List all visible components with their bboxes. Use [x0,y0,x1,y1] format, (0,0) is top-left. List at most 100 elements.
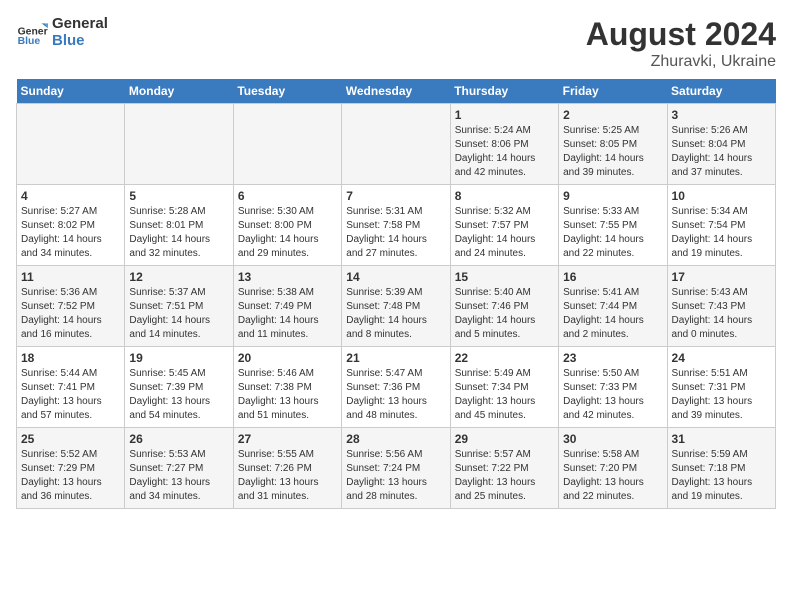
calendar-cell [342,104,450,185]
day-info: Sunrise: 5:40 AM Sunset: 7:46 PM Dayligh… [455,286,554,342]
logo: General Blue General Blue [16,16,108,49]
calendar-cell: 7 Sunrise: 5:31 AM Sunset: 7:58 PM Daylig… [342,185,450,266]
calendar-title: August 2024 [586,16,776,53]
weekday-monday: Monday [125,79,233,104]
day-number: 23 [563,351,662,365]
day-info: Sunrise: 5:55 AM Sunset: 7:26 PM Dayligh… [238,448,337,504]
weekday-wednesday: Wednesday [342,79,450,104]
day-number: 14 [346,270,445,284]
day-info: Sunrise: 5:43 AM Sunset: 7:43 PM Dayligh… [672,286,771,342]
calendar-subtitle: Zhuravki, Ukraine [586,53,776,71]
calendar-cell: 12 Sunrise: 5:37 AM Sunset: 7:51 PM Dayli… [125,266,233,347]
weekday-header-row: SundayMondayTuesdayWednesdayThursdayFrid… [17,79,776,104]
weekday-sunday: Sunday [17,79,125,104]
day-info: Sunrise: 5:53 AM Sunset: 7:27 PM Dayligh… [129,448,228,504]
day-info: Sunrise: 5:56 AM Sunset: 7:24 PM Dayligh… [346,448,445,504]
calendar-cell: 9 Sunrise: 5:33 AM Sunset: 7:55 PM Daylig… [559,185,667,266]
day-info: Sunrise: 5:39 AM Sunset: 7:48 PM Dayligh… [346,286,445,342]
day-info: Sunrise: 5:52 AM Sunset: 7:29 PM Dayligh… [21,448,120,504]
day-number: 30 [563,432,662,446]
day-number: 5 [129,189,228,203]
day-number: 16 [563,270,662,284]
calendar-cell: 18Sunrise: 5:44 AM Sunset: 7:41 PM Dayli… [17,347,125,428]
day-number: 2 [563,108,662,122]
calendar-cell: 25 Sunrise: 5:52 AM Sunset: 7:29 PM Dayli… [17,428,125,509]
day-info: Sunrise: 5:31 AM Sunset: 7:58 PM Dayligh… [346,205,445,261]
day-number: 7 [346,189,445,203]
title-block: August 2024 Zhuravki, Ukraine [586,16,776,71]
calendar-cell: 3 Sunrise: 5:26 AM Sunset: 8:04 PM Daylig… [667,104,775,185]
day-info: Sunrise: 5:28 AM Sunset: 8:01 PM Dayligh… [129,205,228,261]
calendar-cell: 10Sunrise: 5:34 AM Sunset: 7:54 PM Dayli… [667,185,775,266]
calendar-cell: 21 Sunrise: 5:47 AM Sunset: 7:36 PM Dayli… [342,347,450,428]
day-info: Sunrise: 5:32 AM Sunset: 7:57 PM Dayligh… [455,205,554,261]
calendar-cell: 11Sunrise: 5:36 AM Sunset: 7:52 PM Dayli… [17,266,125,347]
day-number: 24 [672,351,771,365]
day-number: 15 [455,270,554,284]
day-number: 17 [672,270,771,284]
calendar-cell: 13 Sunrise: 5:38 AM Sunset: 7:49 PM Dayli… [233,266,341,347]
logo-blue: Blue [52,33,108,50]
day-info: Sunrise: 5:46 AM Sunset: 7:38 PM Dayligh… [238,367,337,423]
day-number: 12 [129,270,228,284]
calendar-cell: 8Sunrise: 5:32 AM Sunset: 7:57 PM Daylig… [450,185,558,266]
day-info: Sunrise: 5:37 AM Sunset: 7:51 PM Dayligh… [129,286,228,342]
calendar-cell: 28 Sunrise: 5:56 AM Sunset: 7:24 PM Dayli… [342,428,450,509]
day-info: Sunrise: 5:50 AM Sunset: 7:33 PM Dayligh… [563,367,662,423]
day-info: Sunrise: 5:25 AM Sunset: 8:05 PM Dayligh… [563,124,662,180]
day-number: 9 [563,189,662,203]
calendar-week-row: 25 Sunrise: 5:52 AM Sunset: 7:29 PM Dayli… [17,428,776,509]
day-number: 20 [238,351,337,365]
day-info: Sunrise: 5:30 AM Sunset: 8:00 PM Dayligh… [238,205,337,261]
calendar-cell: 26Sunrise: 5:53 AM Sunset: 7:27 PM Dayli… [125,428,233,509]
calendar-week-row: 1 Sunrise: 5:24 AM Sunset: 8:06 PM Daylig… [17,104,776,185]
weekday-friday: Friday [559,79,667,104]
day-number: 3 [672,108,771,122]
day-number: 19 [129,351,228,365]
day-number: 18 [21,351,120,365]
day-info: Sunrise: 5:49 AM Sunset: 7:34 PM Dayligh… [455,367,554,423]
day-number: 28 [346,432,445,446]
day-info: Sunrise: 5:47 AM Sunset: 7:36 PM Dayligh… [346,367,445,423]
day-number: 22 [455,351,554,365]
logo-text: General Blue [52,16,108,49]
day-info: Sunrise: 5:51 AM Sunset: 7:31 PM Dayligh… [672,367,771,423]
day-info: Sunrise: 5:59 AM Sunset: 7:18 PM Dayligh… [672,448,771,504]
calendar-cell: 17 Sunrise: 5:43 AM Sunset: 7:43 PM Dayli… [667,266,775,347]
calendar-cell: 5 Sunrise: 5:28 AM Sunset: 8:01 PM Daylig… [125,185,233,266]
day-number: 4 [21,189,120,203]
calendar-cell: 22 Sunrise: 5:49 AM Sunset: 7:34 PM Dayli… [450,347,558,428]
day-number: 1 [455,108,554,122]
calendar-cell: 2 Sunrise: 5:25 AM Sunset: 8:05 PM Daylig… [559,104,667,185]
day-info: Sunrise: 5:36 AM Sunset: 7:52 PM Dayligh… [21,286,120,342]
calendar-body: 1 Sunrise: 5:24 AM Sunset: 8:06 PM Daylig… [17,104,776,509]
day-info: Sunrise: 5:41 AM Sunset: 7:44 PM Dayligh… [563,286,662,342]
weekday-saturday: Saturday [667,79,775,104]
day-number: 21 [346,351,445,365]
calendar-header: SundayMondayTuesdayWednesdayThursdayFrid… [17,79,776,104]
calendar-cell: 15 Sunrise: 5:40 AM Sunset: 7:46 PM Dayli… [450,266,558,347]
calendar-week-row: 11Sunrise: 5:36 AM Sunset: 7:52 PM Dayli… [17,266,776,347]
day-info: Sunrise: 5:34 AM Sunset: 7:54 PM Dayligh… [672,205,771,261]
logo-icon: General Blue [16,17,48,49]
calendar-week-row: 4 Sunrise: 5:27 AM Sunset: 8:02 PM Daylig… [17,185,776,266]
day-number: 25 [21,432,120,446]
day-info: Sunrise: 5:38 AM Sunset: 7:49 PM Dayligh… [238,286,337,342]
day-number: 13 [238,270,337,284]
day-info: Sunrise: 5:24 AM Sunset: 8:06 PM Dayligh… [455,124,554,180]
day-info: Sunrise: 5:57 AM Sunset: 7:22 PM Dayligh… [455,448,554,504]
calendar-cell: 20 Sunrise: 5:46 AM Sunset: 7:38 PM Dayli… [233,347,341,428]
day-info: Sunrise: 5:27 AM Sunset: 8:02 PM Dayligh… [21,205,120,261]
day-info: Sunrise: 5:26 AM Sunset: 8:04 PM Dayligh… [672,124,771,180]
day-number: 6 [238,189,337,203]
calendar-cell: 14 Sunrise: 5:39 AM Sunset: 7:48 PM Dayli… [342,266,450,347]
calendar-cell: 29Sunrise: 5:57 AM Sunset: 7:22 PM Dayli… [450,428,558,509]
calendar-cell: 24 Sunrise: 5:51 AM Sunset: 7:31 PM Dayli… [667,347,775,428]
calendar-cell [17,104,125,185]
calendar-cell: 30 Sunrise: 5:58 AM Sunset: 7:20 PM Dayli… [559,428,667,509]
day-info: Sunrise: 5:33 AM Sunset: 7:55 PM Dayligh… [563,205,662,261]
calendar-table: SundayMondayTuesdayWednesdayThursdayFrid… [16,79,776,509]
day-info: Sunrise: 5:58 AM Sunset: 7:20 PM Dayligh… [563,448,662,504]
calendar-cell [233,104,341,185]
calendar-cell: 1 Sunrise: 5:24 AM Sunset: 8:06 PM Daylig… [450,104,558,185]
